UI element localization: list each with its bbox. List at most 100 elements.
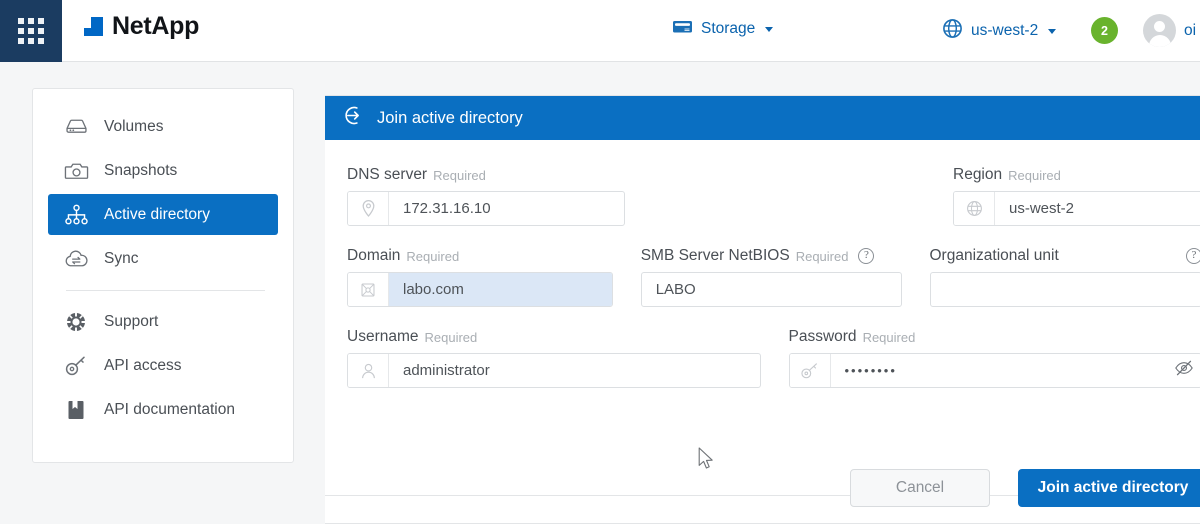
required-tag: Required bbox=[406, 249, 459, 264]
eye-off-icon bbox=[1174, 360, 1194, 381]
help-icon[interactable]: ? bbox=[1186, 248, 1200, 264]
form-row-dns-region: DNS server Required 172.31.16.10 Region bbox=[347, 166, 1200, 226]
label-text: Password bbox=[789, 328, 857, 346]
cancel-button[interactable]: Cancel bbox=[850, 469, 990, 507]
domain-value: labo.com bbox=[389, 273, 612, 306]
brand-name: NetApp bbox=[112, 14, 199, 39]
sidebar-item-label: Sync bbox=[104, 250, 138, 268]
sidebar: Volumes Snapshots Active directory bbox=[32, 88, 294, 463]
account-name: oi bbox=[1184, 22, 1196, 40]
netapp-mark-icon bbox=[84, 17, 103, 36]
life-preserver-icon bbox=[62, 310, 90, 334]
label-text: DNS server bbox=[347, 166, 427, 184]
field-username: Username Required administrator bbox=[347, 328, 761, 388]
account-menu[interactable]: oi bbox=[1143, 14, 1196, 47]
region-select[interactable]: us-west-2 bbox=[953, 191, 1200, 226]
region-value: us-west-2 bbox=[995, 192, 1198, 225]
active-directory-nodes-icon bbox=[62, 203, 90, 227]
panel-title: Join active directory bbox=[377, 109, 523, 128]
panel-header: Join active directory bbox=[325, 96, 1200, 140]
region-label: Region Required bbox=[953, 166, 1200, 184]
password-input[interactable]: •••••••• bbox=[789, 353, 1200, 388]
sidebar-item-snapshots[interactable]: Snapshots bbox=[48, 150, 278, 191]
smb-netbios-label: SMB Server NetBIOS Required ? bbox=[641, 247, 902, 265]
sidebar-item-label: API access bbox=[104, 357, 182, 375]
username-input[interactable]: administrator bbox=[347, 353, 761, 388]
storage-drive-icon bbox=[672, 18, 693, 40]
chevron-down-icon bbox=[1048, 29, 1056, 34]
cloud-sync-icon bbox=[62, 247, 90, 271]
user-icon bbox=[348, 354, 389, 387]
sidebar-item-api-access[interactable]: API access bbox=[48, 345, 278, 386]
label-text: Region bbox=[953, 166, 1002, 184]
sidebar-item-sync[interactable]: Sync bbox=[48, 238, 278, 279]
required-tag: Required bbox=[796, 249, 849, 264]
sidebar-item-volumes[interactable]: Volumes bbox=[48, 106, 278, 147]
field-region: Region Required us-west-2 bbox=[953, 166, 1200, 226]
field-domain: Domain Required labo.com bbox=[347, 247, 613, 307]
book-icon bbox=[62, 398, 90, 422]
username-value: administrator bbox=[389, 354, 760, 387]
username-label: Username Required bbox=[347, 328, 761, 346]
field-organizational-unit: Organizational unit ? bbox=[930, 247, 1200, 307]
sign-in-arrow-icon bbox=[344, 105, 365, 131]
label-text: SMB Server NetBIOS bbox=[641, 247, 790, 265]
sidebar-item-api-documentation[interactable]: API documentation bbox=[48, 389, 278, 430]
avatar bbox=[1143, 14, 1176, 47]
app-launcher-button[interactable] bbox=[0, 0, 62, 62]
organizational-unit-input[interactable] bbox=[930, 272, 1200, 307]
organizational-unit-label: Organizational unit ? bbox=[930, 247, 1200, 265]
join-active-directory-panel: Join active directory DNS server Require… bbox=[325, 95, 1200, 524]
password-label: Password Required bbox=[789, 328, 1200, 346]
grid-apps-icon bbox=[18, 18, 44, 44]
field-smb-netbios: SMB Server NetBIOS Required ? LABO bbox=[641, 247, 902, 307]
password-reveal-toggle[interactable] bbox=[1167, 354, 1200, 387]
sidebar-item-label: Support bbox=[104, 313, 158, 331]
panel-body: DNS server Required 172.31.16.10 Region bbox=[325, 140, 1200, 388]
dns-server-value: 172.31.16.10 bbox=[389, 192, 624, 225]
label-text: Username bbox=[347, 328, 419, 346]
sidebar-item-label: Snapshots bbox=[104, 162, 177, 180]
header-storage-menu[interactable]: Storage bbox=[672, 18, 773, 40]
sidebar-divider bbox=[66, 290, 265, 291]
dns-server-input[interactable]: 172.31.16.10 bbox=[347, 191, 625, 226]
required-tag: Required bbox=[863, 330, 916, 345]
sidebar-item-label: Volumes bbox=[104, 118, 163, 136]
label-text: Organizational unit bbox=[930, 247, 1059, 265]
required-tag: Required bbox=[1008, 168, 1061, 183]
smb-netbios-input[interactable]: LABO bbox=[641, 272, 902, 307]
form-row-credentials: Username Required administrator Password bbox=[347, 328, 1200, 388]
dns-server-label: DNS server Required bbox=[347, 166, 625, 184]
header-region-menu[interactable]: us-west-2 bbox=[942, 18, 1056, 44]
domain-label: Domain Required bbox=[347, 247, 613, 265]
form-row-domain-smb-ou: Domain Required labo.com S bbox=[347, 247, 1200, 307]
domain-network-icon bbox=[348, 273, 389, 306]
key-icon bbox=[62, 354, 90, 378]
sidebar-item-active-directory[interactable]: Active directory bbox=[48, 194, 278, 235]
netapp-logo: NetApp bbox=[84, 14, 199, 39]
app-header: NetApp Storage us-west-2 2 oi bbox=[0, 0, 1200, 62]
camera-icon bbox=[62, 159, 90, 183]
panel-footer: Cancel Join active directory bbox=[325, 452, 1200, 523]
globe-icon bbox=[954, 192, 995, 225]
chevron-down-icon bbox=[765, 27, 773, 32]
globe-icon bbox=[942, 18, 963, 44]
domain-input[interactable]: labo.com bbox=[347, 272, 613, 307]
smb-netbios-value: LABO bbox=[642, 273, 901, 306]
field-password: Password Required •••••••• bbox=[789, 328, 1200, 388]
label-text: Domain bbox=[347, 247, 400, 265]
help-icon[interactable]: ? bbox=[858, 248, 874, 264]
password-value: •••••••• bbox=[831, 354, 1168, 387]
required-tag: Required bbox=[425, 330, 478, 345]
notification-badge[interactable]: 2 bbox=[1091, 17, 1118, 44]
organizational-unit-value bbox=[931, 273, 1200, 306]
field-dns-server: DNS server Required 172.31.16.10 bbox=[347, 166, 625, 226]
sidebar-item-support[interactable]: Support bbox=[48, 301, 278, 342]
location-pin-icon bbox=[348, 192, 389, 225]
key-icon bbox=[790, 354, 831, 387]
required-tag: Required bbox=[433, 168, 486, 183]
header-storage-label: Storage bbox=[701, 20, 755, 38]
header-region-label: us-west-2 bbox=[971, 22, 1038, 40]
volume-disk-icon bbox=[62, 115, 90, 139]
join-active-directory-button[interactable]: Join active directory bbox=[1018, 469, 1200, 507]
